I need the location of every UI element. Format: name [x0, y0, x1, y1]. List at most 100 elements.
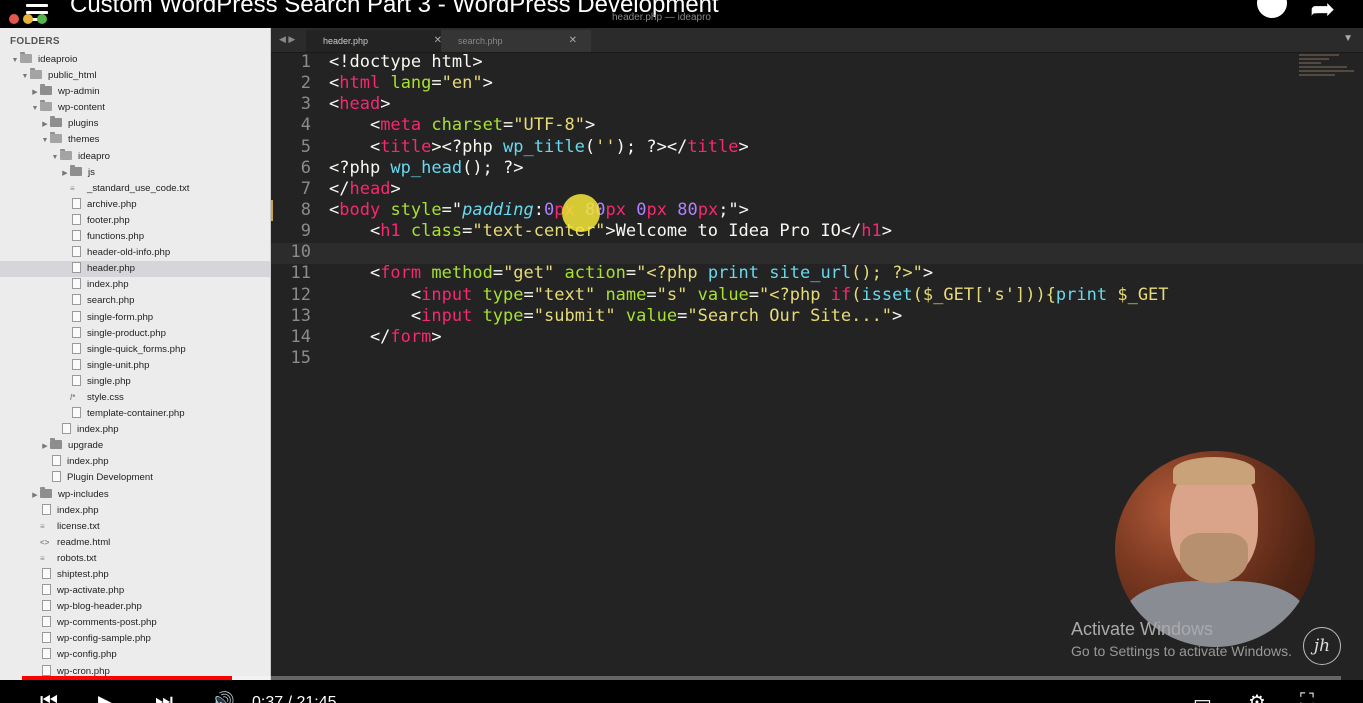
zoom-window-icon[interactable]: [37, 14, 47, 24]
tree-item[interactable]: ≡ license.txt: [0, 519, 270, 535]
chevron-down-icon[interactable]: ▼: [10, 53, 20, 69]
tree-item[interactable]: wp-activate.php: [0, 583, 270, 599]
code-token: input: [421, 284, 473, 305]
tree-item-label: wp-blog-header.php: [57, 601, 142, 613]
tree-item[interactable]: ▶ upgrade: [0, 438, 270, 454]
settings-icon[interactable]: ⚙: [1248, 690, 1266, 703]
video-progress-played[interactable]: [22, 676, 232, 680]
code-line[interactable]: <meta charset="UTF-8">: [329, 115, 1359, 136]
tree-item[interactable]: single.php: [0, 374, 270, 390]
tree-item-label: wp-cron.php: [57, 665, 110, 677]
tree-item[interactable]: index.php: [0, 503, 270, 519]
next-icon[interactable]: ⏭: [155, 690, 173, 703]
share-icon[interactable]: ➦: [1310, 0, 1335, 27]
tree-item[interactable]: ▼ public_html: [0, 68, 270, 84]
tree-item[interactable]: header.php: [0, 261, 270, 278]
tree-item[interactable]: ▶ wp-includes: [0, 486, 270, 504]
tree-item[interactable]: ▶ js: [0, 164, 270, 182]
volume-icon[interactable]: 🔊: [210, 690, 235, 703]
fullscreen-icon[interactable]: ⛶: [1300, 690, 1314, 703]
tree-item[interactable]: header-old-info.php: [0, 245, 270, 261]
tree-item[interactable]: wp-blog-header.php: [0, 599, 270, 615]
tree-item[interactable]: template-container.php: [0, 406, 270, 422]
tree-item[interactable]: ▶ plugins: [0, 116, 270, 132]
tab-close-icon[interactable]: ✕: [569, 30, 577, 52]
code-token: <: [329, 115, 381, 136]
tree-item[interactable]: index.php: [0, 277, 270, 293]
tab-search-php[interactable]: search.php ✕: [441, 30, 591, 52]
channel-watermark-logo[interactable]: jh: [1303, 627, 1341, 665]
code-token: name: [605, 284, 647, 305]
code-line[interactable]: <?php wp_head(); ?>: [329, 158, 1359, 179]
subtitles-icon[interactable]: ▭: [1193, 690, 1212, 703]
tree-item[interactable]: ≡ _standard_use_code.txt: [0, 181, 270, 197]
tree-item[interactable]: ▼ ideapro: [0, 148, 270, 166]
tree-item[interactable]: ▼ themes: [0, 132, 270, 148]
tree-item[interactable]: shiptest.php: [0, 567, 270, 583]
tree-item[interactable]: wp-config.php: [0, 647, 270, 663]
code-line[interactable]: </head>: [329, 179, 1359, 200]
code-line[interactable]: <h1 class="text-center">Welcome to Idea …: [329, 221, 1359, 242]
tree-item[interactable]: ▼ ideaproio: [0, 52, 270, 68]
code-token: head: [339, 94, 381, 115]
file-icon: [42, 664, 51, 676]
code-token: =: [492, 263, 504, 284]
code-token: "get": [503, 263, 555, 284]
chevron-down-icon[interactable]: ▼: [40, 133, 50, 149]
tree-item[interactable]: functions.php: [0, 229, 270, 245]
tab-header-php[interactable]: header.php ✕: [306, 30, 456, 52]
tree-item[interactable]: index.php: [0, 454, 270, 470]
code-line[interactable]: <form method="get" action="<?php print s…: [329, 263, 1359, 284]
tree-item[interactable]: single-product.php: [0, 326, 270, 342]
tree-item[interactable]: index.php: [0, 422, 270, 438]
tree-item[interactable]: /* style.css: [0, 390, 270, 406]
code-token: site_url: [769, 263, 852, 284]
tree-item[interactable]: ▼ wp-content: [0, 100, 270, 116]
tab-label: search.php: [458, 36, 503, 46]
chevron-right-icon[interactable]: ▶: [40, 117, 50, 133]
text-file-icon: ≡: [40, 553, 45, 563]
tree-item[interactable]: ▶ wp-admin: [0, 84, 270, 100]
close-window-icon[interactable]: [9, 14, 19, 24]
code-line[interactable]: [329, 242, 1359, 263]
chevron-right-icon[interactable]: ▶: [30, 85, 40, 101]
folder-icon: [50, 438, 62, 450]
chevron-right-icon[interactable]: ▶: [30, 488, 40, 504]
minimap[interactable]: [1296, 52, 1363, 92]
watch-later-icon[interactable]: [1257, 0, 1287, 18]
code-line[interactable]: <html lang="en">: [329, 73, 1359, 94]
code-line[interactable]: </form>: [329, 327, 1359, 348]
code-line[interactable]: <input type="text" name="s" value="<?php…: [329, 285, 1359, 306]
tree-item[interactable]: wp-comments-post.php: [0, 615, 270, 631]
chevron-down-icon[interactable]: ▼: [30, 101, 40, 117]
chevron-right-icon[interactable]: ▶: [60, 166, 70, 182]
code-line[interactable]: <title><?php wp_title(''); ?></title>: [329, 137, 1359, 158]
tree-item[interactable]: single-form.php: [0, 310, 270, 326]
tree-item[interactable]: single-unit.php: [0, 358, 270, 374]
tree-item[interactable]: Plugin Development: [0, 470, 270, 486]
tree-item[interactable]: single-quick_forms.php: [0, 342, 270, 358]
tab-dropdown-icon[interactable]: ▼: [1343, 33, 1353, 44]
file-icon: [72, 278, 81, 290]
code-line[interactable]: <!doctype html>: [329, 52, 1359, 73]
tree-item[interactable]: wp-config-sample.php: [0, 631, 270, 647]
code-line[interactable]: <body style="padding:0px 80px 0px 80px;"…: [329, 200, 1359, 221]
code-line[interactable]: <input type="submit" value="Search Our S…: [329, 306, 1359, 327]
tree-item[interactable]: search.php: [0, 293, 270, 309]
chevron-down-icon[interactable]: ▼: [50, 150, 60, 166]
tree-item[interactable]: <> readme.html: [0, 535, 270, 551]
code-area[interactable]: <!doctype html> <html lang="en"> <head> <m…: [329, 52, 1359, 369]
minimize-window-icon[interactable]: [23, 14, 33, 24]
chevron-down-icon[interactable]: ⌄: [673, 690, 690, 703]
code-line[interactable]: [329, 348, 1359, 369]
tree-item[interactable]: ≡ robots.txt: [0, 551, 270, 567]
chevron-down-icon[interactable]: ▼: [20, 69, 30, 85]
tree-item[interactable]: footer.php: [0, 213, 270, 229]
file-icon: [72, 310, 81, 322]
play-icon[interactable]: ▶: [98, 690, 113, 703]
chevron-right-icon[interactable]: ▶: [40, 439, 50, 455]
prev-icon[interactable]: ⏮: [40, 690, 58, 703]
code-line[interactable]: <head>: [329, 94, 1359, 115]
tree-item[interactable]: archive.php: [0, 197, 270, 213]
tab-nav-arrows-icon[interactable]: ◀ ▶: [279, 34, 295, 45]
